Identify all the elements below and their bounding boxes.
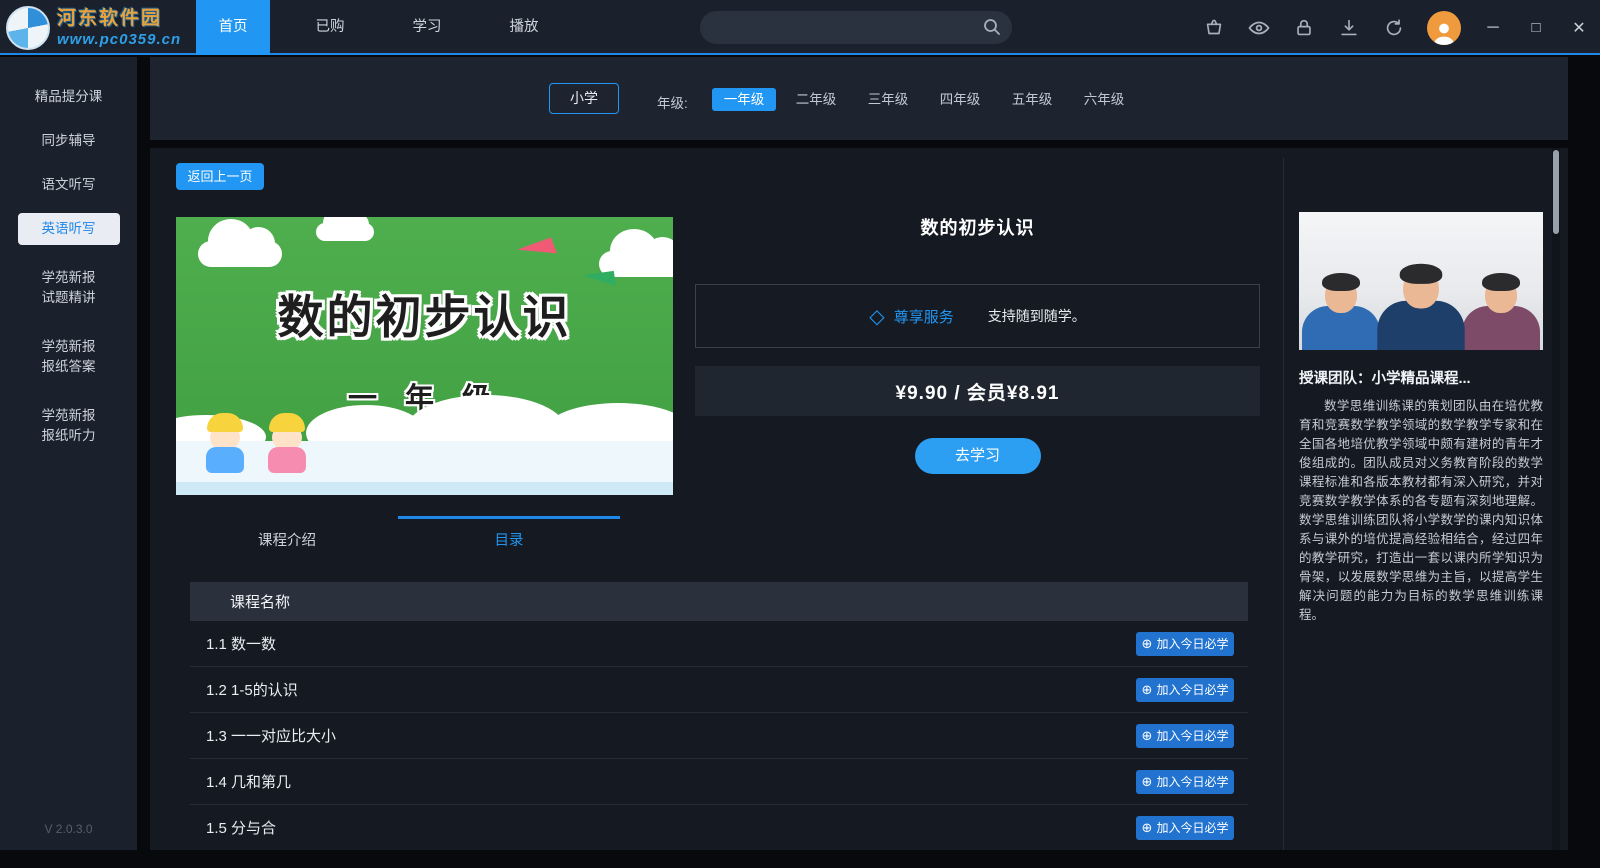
add-to-today-button[interactable]: ⊕ 加入今日必学 [1136, 631, 1234, 656]
title-bar: 首页 已购 学习 播放 ─ □ ✕ [0, 0, 1600, 55]
main-content: 返回上一页 数的初步认识 一 年 级 数的初步认识 ◇ 尊享服务 支持随到随学。… [150, 148, 1568, 850]
main-nav: 首页 已购 学习 播放 [196, 0, 584, 55]
watermark-site-name: 河东软件园 [57, 7, 163, 29]
cloud-shape [316, 217, 374, 241]
lesson-table-header: 课程名称 [190, 582, 1248, 621]
plus-circle-icon: ⊕ [1141, 774, 1153, 789]
minimize-button[interactable]: ─ [1482, 19, 1504, 37]
close-button[interactable]: ✕ [1568, 18, 1590, 38]
sidebar-item-exam-explain[interactable]: 学苑新报 试题精讲 [0, 256, 137, 320]
go-study-button[interactable]: 去学习 [914, 438, 1041, 474]
gem-icon: ◇ [869, 305, 885, 328]
lesson-row[interactable]: 1.4 几和第几 ⊕ 加入今日必学 [190, 759, 1248, 805]
sidebar-item-paper-listening[interactable]: 学苑新报 报纸听力 [0, 394, 137, 458]
download-icon[interactable] [1337, 16, 1361, 40]
sidebar-item-premium-courses[interactable]: 精品提分课 [0, 75, 137, 119]
service-label: 尊享服务 [893, 308, 954, 326]
scrollbar[interactable] [1552, 148, 1560, 850]
lesson-row[interactable]: 1.1 数一数 ⊕ 加入今日必学 [190, 621, 1248, 667]
team-title: 授课团队：小学精品课程... [1299, 371, 1471, 387]
toolbar: ─ □ ✕ [1202, 0, 1590, 55]
nav-tab-purchased[interactable]: 已购 [293, 0, 367, 55]
app-window: 首页 已购 学习 播放 ─ □ ✕ 河东软件园 www.pc0359.cn 精品… [0, 0, 1600, 868]
site-logo-icon [6, 5, 50, 50]
lesson-name: 1.1 数一数 [206, 636, 277, 653]
nav-tab-play[interactable]: 播放 [487, 0, 561, 55]
sidebar-item-sync-tutoring[interactable]: 同步辅导 [0, 119, 137, 163]
sidebar-item-english-dictation[interactable]: 英语听写 [0, 207, 137, 251]
plus-circle-icon: ⊕ [1141, 820, 1153, 835]
tab-course-intro[interactable]: 课程介绍 [176, 516, 398, 550]
level-button-primary-school[interactable]: 小学 [549, 83, 619, 114]
grade-button-1[interactable]: 一年级 [708, 87, 780, 112]
add-to-today-button[interactable]: ⊕ 加入今日必学 [1136, 723, 1234, 748]
tab-catalog[interactable]: 目录 [398, 516, 620, 550]
lock-icon[interactable] [1292, 16, 1316, 40]
search-box[interactable] [700, 11, 1012, 44]
vertical-divider [1283, 158, 1284, 850]
cart-icon[interactable] [1202, 16, 1226, 40]
eye-icon[interactable] [1247, 16, 1271, 40]
course-cover-image[interactable]: 数的初步认识 一 年 级 [176, 217, 673, 495]
team-panel: 授课团队：小学精品课程... 数学思维训练课的策划团队由在培优教育和竞赛数学教学… [1299, 212, 1543, 625]
sidebar-item-paper-answers[interactable]: 学苑新报 报纸答案 [0, 325, 137, 389]
lesson-name: 1.2 1-5的认识 [206, 682, 298, 699]
plus-circle-icon: ⊕ [1141, 728, 1153, 743]
service-note: 支持随到随学。 [987, 308, 1086, 324]
lesson-name: 1.4 几和第几 [206, 774, 292, 791]
price-box: ¥9.90 / 会员¥8.91 [695, 366, 1260, 416]
lesson-list: 1.1 数一数 ⊕ 加入今日必学 1.2 1-5的认识 ⊕ 加入今日必学 1.3 一… [190, 621, 1248, 850]
grade-button-3[interactable]: 三年级 [852, 87, 924, 112]
nav-tab-study[interactable]: 学习 [390, 0, 464, 55]
watermark-site-url: www.pc0359.cn [57, 30, 182, 48]
cover-title: 数的初步认识 [277, 291, 572, 343]
cartoon-kid [202, 413, 248, 475]
lesson-row[interactable]: 1.3 一一对应比大小 ⊕ 加入今日必学 [190, 713, 1248, 759]
team-member [1461, 273, 1541, 350]
content-tabs: 课程介绍 目录 [176, 516, 620, 550]
lesson-name: 1.3 一一对应比大小 [206, 728, 337, 745]
team-member [1376, 263, 1466, 350]
course-price: ¥9.90 / 会员¥8.91 [895, 382, 1060, 404]
app-version: V 2.0.3.0 [44, 822, 93, 836]
filter-bar: 小学 年级: 一年级 二年级 三年级 四年级 五年级 六年级 [150, 57, 1568, 140]
add-to-today-button[interactable]: ⊕ 加入今日必学 [1136, 677, 1234, 702]
site-watermark: 河东软件园 www.pc0359.cn [6, 2, 181, 53]
cover-bottom-strip [176, 482, 673, 495]
lesson-row[interactable]: 1.2 1-5的认识 ⊕ 加入今日必学 [190, 667, 1248, 713]
maximize-button[interactable]: □ [1525, 19, 1547, 36]
sidebar-item-chinese-dictation[interactable]: 语文听写 [0, 163, 137, 207]
team-photo [1299, 212, 1543, 350]
plus-circle-icon: ⊕ [1141, 682, 1153, 697]
cloud-shape [198, 218, 282, 267]
lesson-name: 1.5 分与合 [206, 820, 277, 837]
cartoon-kid [264, 413, 310, 475]
paper-plane-icon [517, 237, 557, 266]
sidebar: 精品提分课 同步辅导 语文听写 英语听写 学苑新报 试题精讲 学苑新报 报纸答案… [0, 57, 137, 850]
plus-circle-icon: ⊕ [1141, 636, 1153, 651]
refresh-icon[interactable] [1382, 16, 1406, 40]
team-member [1301, 273, 1381, 350]
nav-tab-home[interactable]: 首页 [196, 0, 270, 55]
add-to-today-button[interactable]: ⊕ 加入今日必学 [1136, 769, 1234, 794]
add-to-today-button[interactable]: ⊕ 加入今日必学 [1136, 815, 1234, 840]
grade-filter-label: 年级: [657, 96, 688, 111]
grade-button-2[interactable]: 二年级 [780, 87, 852, 112]
grade-button-6[interactable]: 六年级 [1068, 87, 1140, 112]
search-icon[interactable] [982, 17, 1002, 42]
service-box: ◇ 尊享服务 支持随到随学。 [695, 284, 1260, 348]
lesson-header-label: 课程名称 [230, 594, 291, 611]
lesson-row[interactable]: 1.5 分与合 ⊕ 加入今日必学 [190, 805, 1248, 850]
course-title: 数的初步认识 [920, 218, 1035, 238]
search-input[interactable] [700, 11, 1012, 44]
grade-filter-group: 一年级 二年级 三年级 四年级 五年级 六年级 [708, 87, 1140, 112]
grade-button-4[interactable]: 四年级 [924, 87, 996, 112]
grade-button-5[interactable]: 五年级 [996, 87, 1068, 112]
course-info-panel: 数的初步认识 ◇ 尊享服务 支持随到随学。 ¥9.90 / 会员¥8.91 去学… [695, 214, 1260, 494]
user-avatar[interactable] [1427, 10, 1461, 45]
team-description: 数学思维训练课的策划团队由在培优教育和竞赛数学教学领域的数学教学专家和在全国各地… [1299, 399, 1543, 622]
back-button[interactable]: 返回上一页 [176, 163, 264, 190]
scrollbar-thumb[interactable] [1553, 150, 1559, 234]
